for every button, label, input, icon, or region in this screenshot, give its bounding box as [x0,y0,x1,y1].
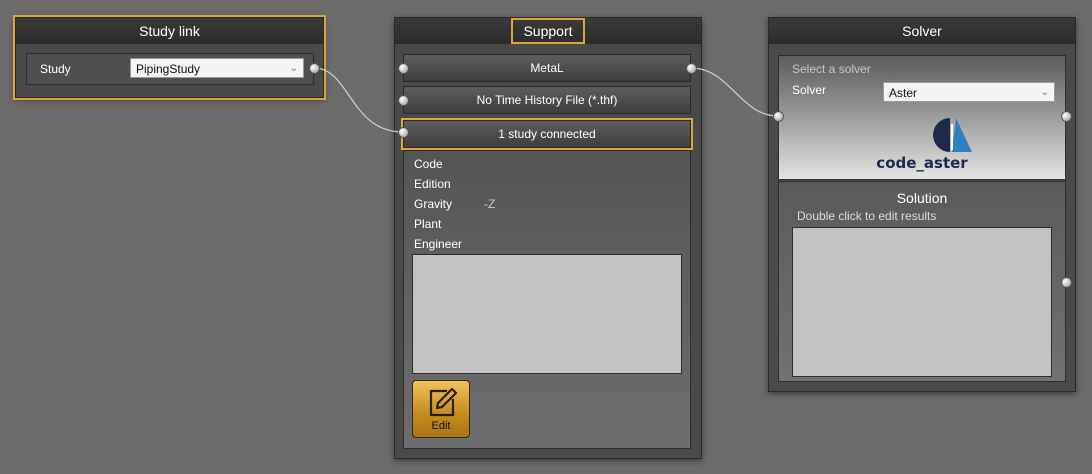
solver-select[interactable]: Aster ⌄ [883,82,1055,102]
edition-label: Edition [414,177,451,191]
study-link-node[interactable]: Study link Study PipingStudy ⌄ [13,15,326,100]
study-row: Study PipingStudy ⌄ [26,53,314,85]
study-connected-label: 1 study connected [498,127,596,141]
study-select[interactable]: PipingStudy ⌄ [130,58,304,78]
material-button[interactable]: MetaL [403,54,691,82]
study-connected-button[interactable]: 1 study connected [401,118,693,150]
study-link-title: Study link [16,18,323,44]
gravity-label: Gravity [414,197,453,211]
solver-select-panel: Select a solver Solver Aster ⌄ code_aste… [778,55,1066,180]
study-select-value: PipingStudy [136,62,201,76]
chevron-down-icon: ⌄ [289,63,298,74]
plant-label: Plant [414,217,442,231]
study-input-port[interactable] [398,127,409,138]
solution-title: Solution [896,190,948,206]
edit-button[interactable]: Edit [412,380,470,438]
study-output-port[interactable] [309,63,320,74]
time-history-label: No Time History File (*.thf) [476,93,618,107]
code-label: Code [414,157,443,171]
support-header: Support [395,18,701,44]
wire-support-to-solver [690,67,779,117]
solution-results-area[interactable] [792,227,1052,377]
solver-hint: Select a solver [792,62,871,76]
solution-panel[interactable]: Solution Double click to edit results [778,181,1066,382]
solver-output-port[interactable] [1061,111,1072,122]
solver-label: Solver [792,83,827,97]
material-label: MetaL [530,61,564,75]
solution-output-port[interactable] [1061,277,1072,288]
solver-title: Solver [769,18,1075,44]
support-title: Support [511,18,585,44]
engineer-label: Engineer [414,237,463,251]
material-output-port[interactable] [686,63,697,74]
wire-study-to-support [313,67,404,133]
code-aster-logo-text: code_aster [876,154,968,172]
study-label: Study [40,62,71,76]
time-history-input-port[interactable] [398,95,409,106]
chevron-down-icon: ⌄ [1040,87,1049,98]
support-notes-area[interactable] [412,254,682,374]
time-history-button[interactable]: No Time History File (*.thf) [403,86,691,114]
support-properties-panel: Code Edition Gravity -Z Plant Engineer E… [403,150,691,449]
solution-hint: Double click to edit results [797,209,937,223]
solver-select-value: Aster [889,86,918,100]
edit-icon [429,387,458,417]
solver-input-port[interactable] [773,111,784,122]
edit-label: Edit [431,420,451,432]
gravity-value: -Z [484,197,496,211]
material-input-port[interactable] [398,63,409,74]
code-aster-logo-icon [933,118,972,152]
